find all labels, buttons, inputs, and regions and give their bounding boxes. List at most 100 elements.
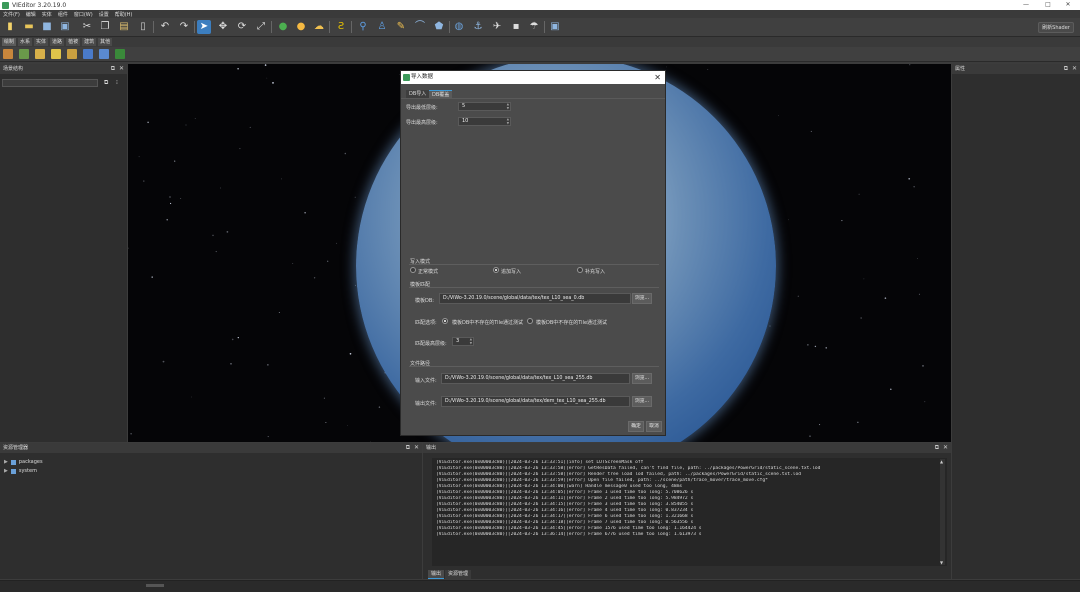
float-icon[interactable]: ⧉: [406, 443, 410, 453]
plant-icon[interactable]: [115, 49, 125, 59]
star: [180, 197, 182, 199]
browse-input-button[interactable]: 浏览...: [632, 373, 652, 384]
tab-db-overwrite[interactable]: DB覆盖: [429, 90, 453, 98]
sun-icon[interactable]: ●: [294, 20, 308, 34]
pencil-icon[interactable]: ✎: [394, 20, 408, 34]
close-icon[interactable]: ✕: [1072, 64, 1077, 74]
output-file-field[interactable]: D:/ViWo-3.20.19.0/scene/global/data/tex/…: [441, 396, 630, 407]
move-icon[interactable]: ✥: [216, 20, 230, 34]
cut-icon[interactable]: ✂: [80, 20, 94, 34]
expand-icon[interactable]: ▶: [4, 468, 8, 474]
rotate-icon[interactable]: ⟳: [235, 20, 249, 34]
radio-supplement-mode[interactable]: [577, 267, 583, 273]
log-scrollbar[interactable]: ▲ ▼: [940, 459, 945, 565]
tab-draw[interactable]: 绘制: [2, 38, 17, 46]
tree-item[interactable]: ▶ packages: [4, 459, 43, 465]
earth-icon[interactable]: ◍: [452, 20, 466, 34]
pin-icon[interactable]: ⚲: [356, 20, 370, 34]
undo-icon[interactable]: ↶: [158, 20, 172, 34]
close-icon[interactable]: ✕: [119, 64, 124, 74]
close-icon[interactable]: ✕: [414, 443, 419, 453]
tab-db-import[interactable]: DB导入: [406, 90, 430, 98]
tab-road[interactable]: 道路: [50, 38, 65, 46]
tab-other[interactable]: 其他: [98, 38, 113, 46]
paint-icon[interactable]: [67, 49, 77, 59]
radio-normal-mode[interactable]: [410, 267, 416, 273]
delete-icon[interactable]: ▯: [136, 20, 150, 34]
browse-template-button[interactable]: 浏览...: [632, 293, 652, 304]
person-icon[interactable]: ♙: [375, 20, 389, 34]
ok-button[interactable]: 确定: [628, 421, 644, 432]
line-icon[interactable]: ⌒: [413, 20, 427, 34]
log-output[interactable]: [ViEditor.exe(0x00003c80)][2024-03-26 13…: [432, 458, 947, 566]
expand-icon[interactable]: ▶: [4, 459, 8, 465]
max-level-spinner[interactable]: 10 ▲ ▼: [458, 117, 511, 126]
plane-icon[interactable]: ✈: [490, 20, 504, 34]
input-file-field[interactable]: D:/ViWo-3.20.19.0/scene/global/data/tex/…: [441, 373, 630, 384]
float-icon[interactable]: ⧉: [111, 64, 115, 74]
paste-icon[interactable]: ▤: [117, 20, 131, 34]
scale-icon[interactable]: ⤢: [254, 20, 268, 34]
water-icon[interactable]: [83, 49, 93, 59]
copy-icon[interactable]: ❐: [98, 20, 112, 34]
save-all-icon[interactable]: ▣: [58, 20, 72, 34]
spinner-arrows-icon[interactable]: ▲ ▼: [507, 117, 509, 125]
star: [769, 325, 771, 327]
maximize-button[interactable]: □: [1038, 0, 1058, 10]
layer-icon[interactable]: [99, 49, 109, 59]
matched-level-spinner[interactable]: 3 ▲ ▼: [452, 337, 474, 346]
umbrella-icon[interactable]: ☂: [527, 20, 541, 34]
spinner-arrows-icon[interactable]: ▲ ▼: [470, 337, 472, 345]
browse-output-button[interactable]: 浏览...: [632, 396, 652, 407]
weather-icon[interactable]: ☁: [312, 20, 326, 34]
tab-building[interactable]: 建筑: [82, 38, 97, 46]
radio-match-option-2[interactable]: [527, 318, 533, 324]
grass-icon[interactable]: [19, 49, 29, 59]
tab-water[interactable]: 水系: [18, 38, 33, 46]
radio-match-option-1[interactable]: [442, 318, 448, 324]
select-arrow-icon[interactable]: ➤: [197, 20, 211, 34]
terrain-icon[interactable]: [3, 49, 13, 59]
refresh-shader-button[interactable]: 刷新Shader: [1038, 22, 1074, 33]
new-file-icon[interactable]: ▮: [3, 20, 17, 34]
open-folder-icon[interactable]: ▬: [22, 20, 36, 34]
spinner-arrows-icon[interactable]: ▲ ▼: [507, 102, 509, 110]
template-db-field[interactable]: D:/ViWo-3.20.19.0/scene/global/data/tex/…: [439, 293, 631, 304]
settings-icon[interactable]: ⁝: [116, 79, 118, 86]
sand-icon[interactable]: [35, 49, 45, 59]
search-input[interactable]: [2, 79, 98, 87]
polygon-icon[interactable]: ⬟: [432, 20, 446, 34]
float-icon[interactable]: ⧉: [1064, 64, 1068, 74]
menu-entity[interactable]: 实体: [42, 11, 52, 18]
menu-component[interactable]: 组件: [58, 11, 68, 18]
scroll-down-icon[interactable]: ▼: [940, 560, 943, 565]
cube-icon[interactable]: ▪: [509, 20, 523, 34]
float-icon[interactable]: ⧉: [935, 443, 939, 453]
menu-file[interactable]: 文件(F): [3, 11, 20, 18]
menu-window[interactable]: 窗口(W): [74, 11, 93, 18]
texture-icon[interactable]: [51, 49, 61, 59]
minimize-button[interactable]: —: [1016, 0, 1036, 10]
cancel-button[interactable]: 取消: [646, 421, 662, 432]
menu-settings[interactable]: 设置: [99, 11, 109, 18]
scroll-up-icon[interactable]: ▲: [940, 459, 943, 464]
globe-icon[interactable]: ●: [276, 20, 290, 34]
menu-edit[interactable]: 编辑: [26, 11, 36, 18]
tab-output[interactable]: 输出: [428, 570, 445, 579]
curve-icon[interactable]: Ƨ: [334, 20, 348, 34]
min-level-spinner[interactable]: 5 ▲ ▼: [458, 102, 511, 111]
radio-append-mode[interactable]: [493, 267, 499, 273]
close-icon[interactable]: ✕: [943, 443, 948, 453]
close-button[interactable]: ✕: [1058, 0, 1078, 10]
menu-help[interactable]: 帮助(H): [115, 11, 133, 18]
tree-item[interactable]: ▶ system: [4, 468, 37, 474]
redo-icon[interactable]: ↷: [177, 20, 191, 34]
tab-resources[interactable]: 资源管理: [445, 570, 472, 579]
frame-icon[interactable]: ▣: [548, 20, 562, 34]
anchor-icon[interactable]: ⚓: [471, 20, 485, 34]
close-icon[interactable]: ✕: [654, 71, 661, 84]
filter-icon[interactable]: ⧉: [104, 79, 108, 87]
tab-vegetation[interactable]: 植被: [66, 38, 81, 46]
tab-entity[interactable]: 实体: [34, 38, 49, 46]
save-icon[interactable]: ■: [40, 20, 54, 34]
